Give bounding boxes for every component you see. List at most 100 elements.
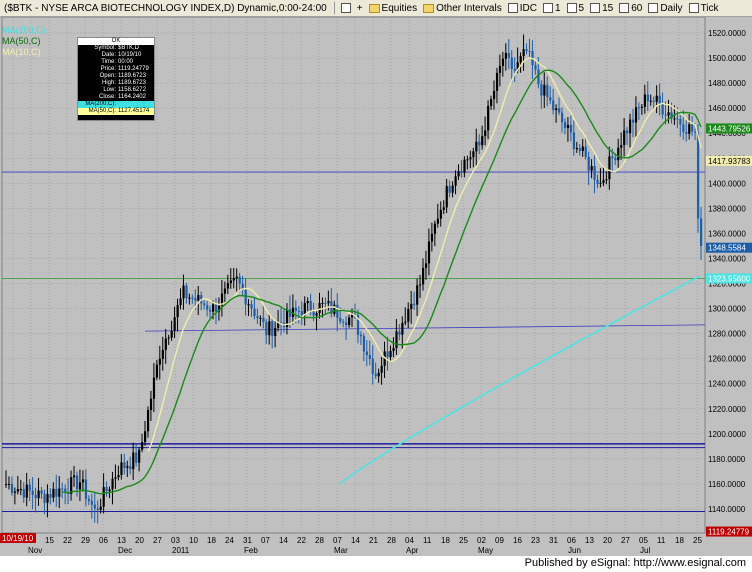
price-bar-body [40,490,43,494]
price-bar-body [501,58,505,66]
price-tick-label: 1240.0000 [708,380,746,389]
price-bar-body [395,331,398,349]
price-bar-body [146,410,150,432]
price-bar-body [259,317,262,319]
day-tick-label: 27 [153,536,162,545]
price-bar-body [413,303,416,305]
price-bar-body [144,431,147,443]
legend-ma200[interactable]: MA(200,C) [2,25,46,36]
price-tick-label: 1200.0000 [708,430,746,439]
price-bar-body [451,185,454,193]
day-tick-label: 06 [99,536,108,545]
data-window-row: Price: 1119.24779 [100,66,149,72]
legend-ma50[interactable]: MA(50,C) [2,36,46,47]
price-bar-body [203,303,206,306]
price-bar-body [398,331,401,335]
price-bar-body [498,65,502,73]
day-tick-label: 22 [63,536,72,545]
price-bar-body [271,321,274,337]
price-bar-body [238,276,241,284]
interval-15-label: 15 [602,2,614,14]
price-bar-body [537,69,540,85]
price-bar-body [155,364,159,378]
day-tick-label: 28 [315,536,324,545]
interval-5-button[interactable]: 5 [564,3,588,14]
legend-ma10[interactable]: MA(10,C) [2,47,46,58]
price-bar-body [7,483,11,485]
interval-60-button[interactable]: 60 [616,3,645,14]
other-intervals-button[interactable]: Other Intervals [420,3,505,14]
price-bar-body [410,303,413,309]
price-bar-body [49,494,52,498]
price-bar-body [475,141,478,152]
bar-style-button[interactable] [338,3,354,13]
price-bar-body [697,132,700,219]
day-tick-label: 11 [657,536,666,545]
data-window-rows: Symbol: $BTK,D Date: 10/19/10 Time: 00:00 Pric… [78,45,154,101]
study-legend: MA(200,C) MA(50,C) MA(10,C) [2,25,46,58]
price-bar-body [342,321,345,323]
price-bar-body [623,130,626,146]
price-bar-body [170,330,173,338]
price-bar-body [424,263,428,268]
price-bar-body [345,322,348,325]
price-bar-body [445,186,448,208]
price-bar-body [566,124,570,128]
price-bar-body [265,321,268,336]
page-icon [688,3,699,13]
price-bar-body [324,302,327,304]
price-bar-body [436,218,439,224]
price-bar-body [561,112,564,123]
price-bar-body [141,442,144,450]
plus-icon: + [356,2,363,14]
price-bar-body [250,304,253,309]
flag-price-text: 1348.5584 [708,244,746,253]
day-tick-label: 03 [171,536,180,545]
add-button[interactable]: + [354,3,366,14]
tick-button[interactable]: Tick [686,3,722,14]
equities-button[interactable]: Equities [366,3,421,14]
price-bar-body [188,297,191,299]
price-bar-body [658,95,661,104]
data-window-row: Date: 10/19/10 [101,52,142,58]
price-bar-body [132,452,135,470]
data-window-ma50: MA(50,C): 1127.45174 [78,108,154,115]
daily-button[interactable]: Daily [645,3,685,14]
price-bar-body [608,156,611,180]
price-bar-body [460,171,463,173]
price-bar-body [575,148,578,150]
price-bar-body [73,475,76,478]
price-bar-body [584,146,587,158]
idc-button[interactable]: IDC [505,3,540,14]
price-bar-body [129,466,132,470]
price-bar-body [371,358,374,374]
interval-5-label: 5 [578,2,585,14]
price-bar-body [525,49,528,51]
interval-1-button[interactable]: 1 [540,3,564,14]
toolbar: ($BTK - NYSE ARCA BIOTECHNOLOGY INDEX,D)… [0,0,752,17]
data-window-header: OK [78,38,154,45]
interval-15-button[interactable]: 15 [587,3,616,14]
interval-60-label: 60 [631,2,643,14]
price-tick-label: 1340.0000 [708,254,746,263]
price-bar-body [495,72,499,91]
day-tick-label: 04 [405,536,414,545]
day-tick-label: 21 [369,536,378,545]
price-bar-body [490,99,493,106]
day-tick-label: 16 [513,536,522,545]
month-label: 2011 [172,546,190,555]
price-bar-body [522,49,525,57]
price-tick-label: 1380.0000 [708,204,746,213]
price-bar-body [164,338,167,350]
price-tick-label: 1400.0000 [708,179,746,188]
price-bar-body [223,288,227,294]
day-tick-label: 27 [621,536,630,545]
price-bar-body [640,106,644,108]
month-label: Mar [334,546,348,555]
price-bar-body [28,484,31,491]
month-label: Jun [568,546,581,555]
price-bar-body [84,479,88,499]
day-tick-label: 20 [603,536,612,545]
data-window[interactable]: OK Symbol: $BTK,D Date: 10/19/10 Time: 00:00 P… [77,37,155,121]
price-bar-body [300,311,303,316]
